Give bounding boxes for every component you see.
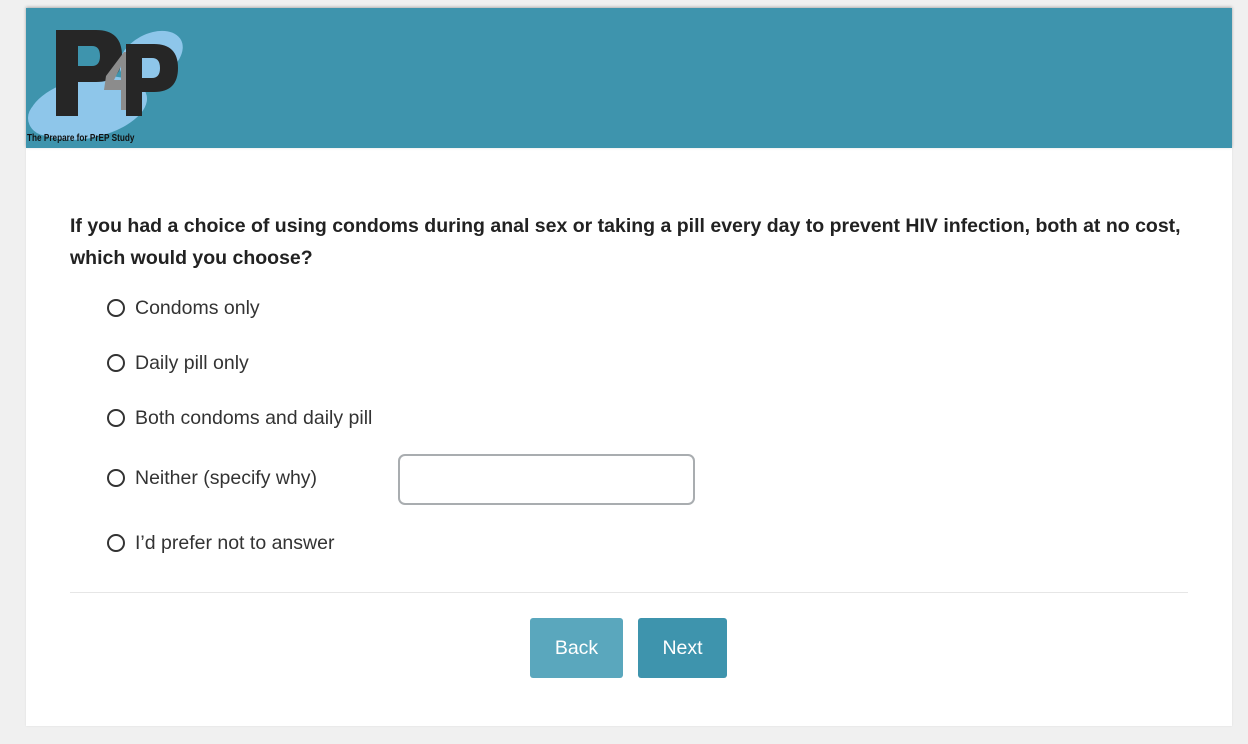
radio-button[interactable] — [107, 534, 125, 552]
p4p-logo-graphic — [28, 30, 183, 140]
back-button[interactable]: Back — [530, 618, 623, 678]
option-label: Condoms only — [135, 296, 260, 319]
option-both[interactable]: Both condoms and daily pill — [107, 403, 372, 433]
option-neither[interactable]: Neither (specify why) — [107, 463, 317, 493]
question-text: If you had a choice of using condoms dur… — [70, 215, 1181, 269]
header-banner: The Prepare for PrEP Study — [26, 8, 1232, 148]
survey-card: The Prepare for PrEP Study If you had a … — [26, 8, 1232, 726]
radio-button[interactable] — [107, 469, 125, 487]
study-logo: The Prepare for PrEP Study — [26, 22, 196, 144]
option-label: I’d prefer not to answer — [135, 531, 335, 554]
divider — [70, 592, 1188, 593]
logo-caption: The Prepare for PrEP Study — [27, 133, 135, 144]
option-label: Neither (specify why) — [135, 466, 318, 489]
option-prefer-not-to-answer[interactable]: I’d prefer not to answer — [107, 528, 334, 558]
option-condoms-only[interactable]: Condoms only — [107, 293, 260, 323]
radio-button[interactable] — [107, 354, 125, 372]
option-label: Both condoms and daily pill — [135, 406, 373, 429]
radio-button[interactable] — [107, 409, 125, 427]
option-label: Daily pill only — [135, 351, 249, 374]
radio-button[interactable] — [107, 299, 125, 317]
specify-why-input[interactable] — [398, 454, 695, 505]
next-button[interactable]: Next — [638, 618, 727, 678]
option-daily-pill-only[interactable]: Daily pill only — [107, 348, 249, 378]
